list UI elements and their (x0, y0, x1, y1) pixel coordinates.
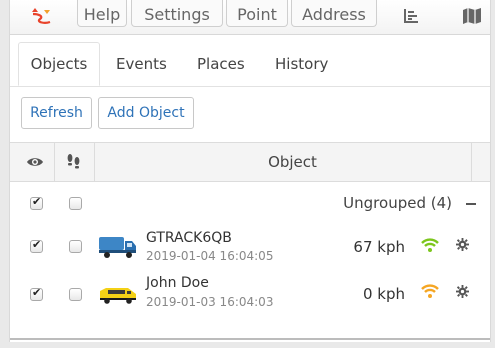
group-label: Ungrouped (4) (343, 194, 452, 212)
tab-events[interactable]: Events (106, 42, 177, 86)
map-icon[interactable] (462, 7, 482, 25)
object-column-header[interactable]: Object (95, 143, 490, 181)
gear-icon[interactable] (456, 285, 469, 298)
row-visible-checkbox[interactable] (30, 286, 43, 301)
refresh-button[interactable]: Refresh (21, 97, 92, 129)
truck-icon (99, 237, 136, 258)
add-object-button[interactable]: Add Object (98, 97, 194, 129)
eye-icon[interactable] (26, 156, 44, 168)
row-visible-checkbox[interactable] (30, 238, 43, 253)
object-speed: 67 kph (353, 238, 405, 256)
signal-icon (421, 238, 439, 252)
tab-history[interactable]: History (265, 42, 338, 86)
gear-icon[interactable] (456, 238, 469, 251)
table-row[interactable]: GTRACK6QB 2019-01-04 16:04:05 67 kph (10, 223, 490, 269)
tab-objects[interactable]: Objects (18, 42, 100, 86)
collapse-group-button[interactable] (466, 203, 476, 205)
signal-icon (421, 284, 439, 298)
address-button[interactable]: Address (291, 0, 377, 27)
row-follow-checkbox[interactable] (69, 288, 82, 301)
object-timestamp: 2019-01-03 16:04:03 (146, 295, 274, 309)
tab-places[interactable]: Places (187, 42, 255, 86)
group-follow-checkbox[interactable] (69, 197, 82, 210)
object-speed: 0 kph (362, 285, 405, 303)
object-timestamp: 2019-01-04 16:04:05 (146, 249, 274, 263)
route-logo-icon[interactable] (30, 6, 52, 26)
object-name: John Doe (146, 275, 209, 291)
settings-button[interactable]: Settings (131, 0, 223, 27)
object-name: GTRACK6QB (146, 230, 232, 246)
van-icon (100, 288, 136, 304)
tab-bar: Objects Events Places History (10, 42, 490, 87)
table-row[interactable]: John Doe 2019-01-03 16:04:03 0 kph (10, 270, 490, 316)
top-toolbar: Help Settings Point Address (10, 0, 490, 35)
footsteps-icon[interactable] (66, 153, 82, 171)
group-row: Ungrouped (4) (10, 183, 490, 223)
objects-panel: Help Settings Point Address Objects Even… (9, 0, 491, 342)
chart-icon[interactable] (402, 7, 420, 25)
point-button[interactable]: Point (226, 0, 288, 27)
help-button[interactable]: Help (77, 0, 127, 27)
row-follow-checkbox[interactable] (69, 240, 82, 253)
group-visible-checkbox[interactable] (30, 195, 43, 210)
panel-bottom-border (10, 338, 490, 340)
table-header: Object (10, 142, 490, 182)
